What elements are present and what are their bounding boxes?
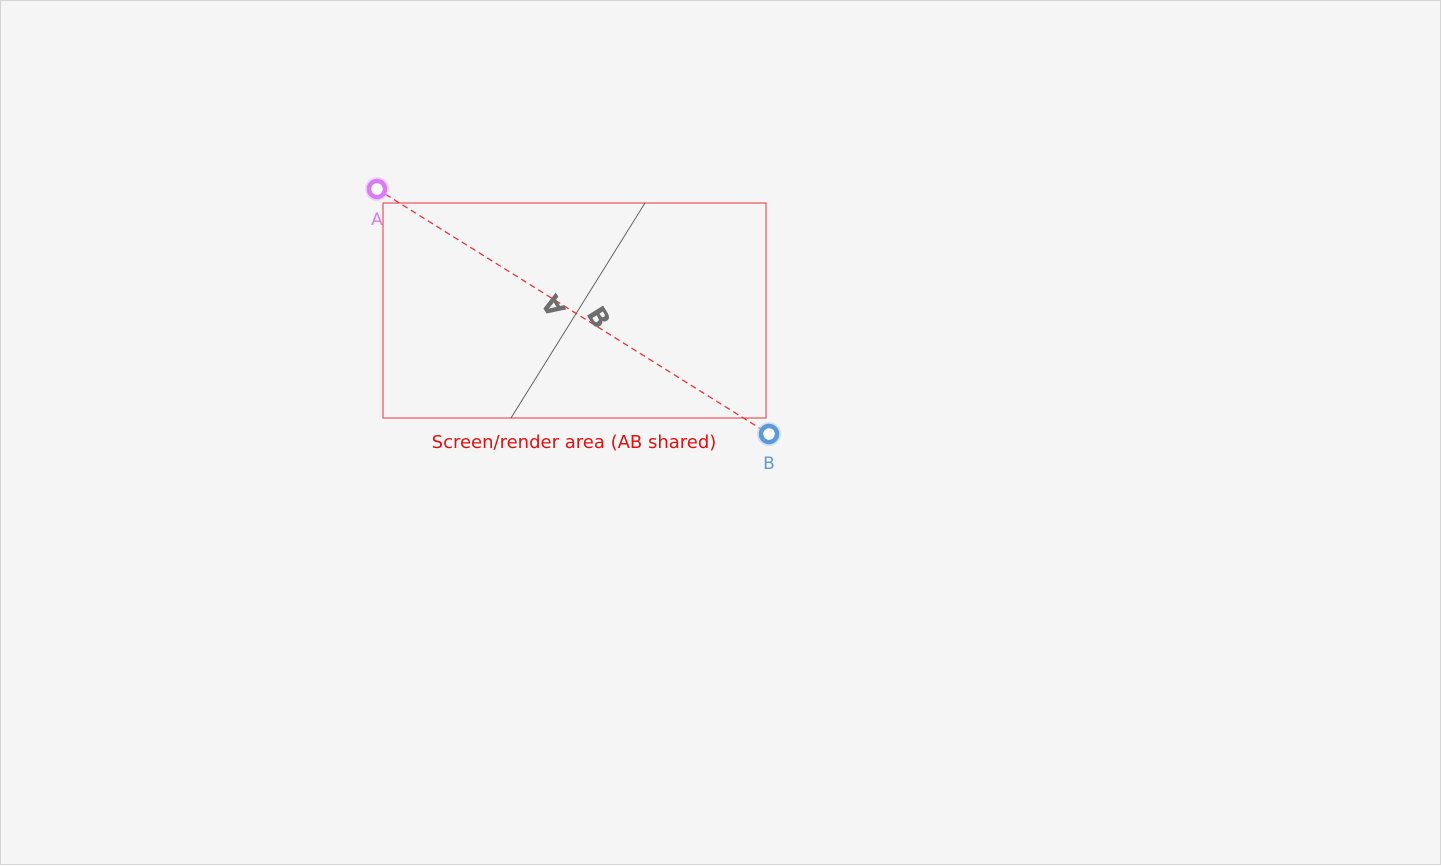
diagram-svg: A B Screen/render area (AB shared) A B <box>365 177 781 474</box>
split-side-b-label: B <box>580 301 616 334</box>
handle-a-ring-icon[interactable] <box>366 178 388 200</box>
split-divider-line[interactable] <box>510 202 646 419</box>
handle-connector-line <box>376 188 770 435</box>
diagram-canvas: A B Screen/render area (AB shared) A B <box>0 0 1441 865</box>
split-side-a-label: A <box>536 289 572 322</box>
handle-b-label: B <box>763 454 775 474</box>
render-area-caption: Screen/render area (AB shared) <box>432 432 717 453</box>
handle-a-label: A <box>371 210 383 230</box>
handle-b[interactable] <box>757 422 781 446</box>
render-area-rect <box>382 202 767 419</box>
handle-a[interactable] <box>365 177 389 201</box>
handle-b-ring-icon[interactable] <box>758 423 780 445</box>
